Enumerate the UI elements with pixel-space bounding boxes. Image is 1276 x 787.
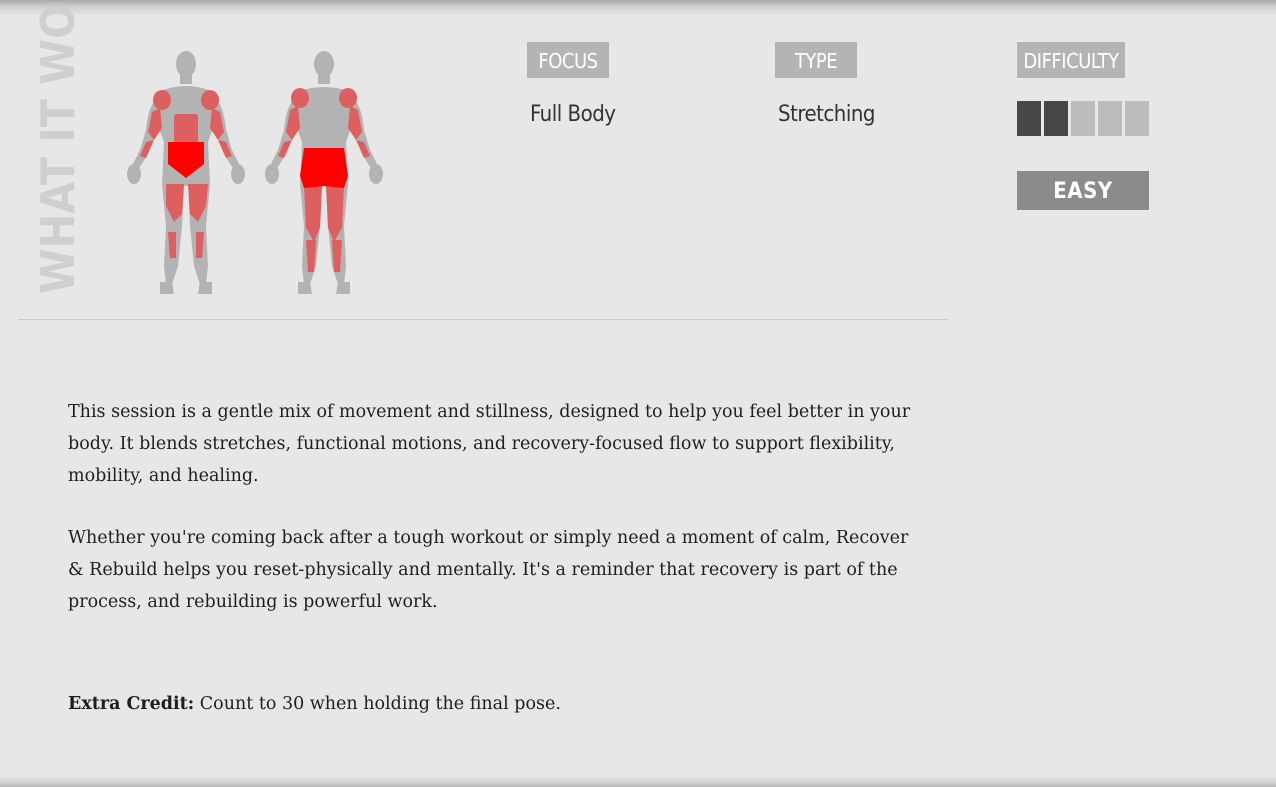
difficulty-label: DIFFICULTY: [1017, 42, 1125, 78]
extra-credit-text: Count to 30 when holding the final pose.: [194, 694, 561, 714]
section-divider: [18, 319, 948, 320]
difficulty-bar: [1071, 101, 1095, 136]
what-it-works-heading: WHAT IT WORKS: [31, 0, 85, 294]
difficulty-meter: [1017, 101, 1149, 136]
extra-credit-label: Extra Credit:: [68, 694, 195, 714]
body-front-figure: [127, 51, 245, 294]
description-paragraph-2: Whether you're coming back after a tough…: [68, 528, 909, 612]
top-shadow: [0, 0, 1276, 16]
bottom-shadow: [0, 775, 1276, 787]
muscle-map-figures: [127, 51, 383, 294]
type-value: Stretching: [778, 102, 875, 127]
difficulty-bar: [1017, 101, 1041, 136]
focus-label: FOCUS: [527, 42, 609, 78]
focus-value: Full Body: [530, 102, 616, 127]
extra-credit: Extra Credit: Count to 30 when holding t…: [68, 688, 918, 720]
description-paragraph-1: This session is a gentle mix of movement…: [68, 402, 911, 486]
difficulty-bar: [1125, 101, 1149, 136]
type-label: TYPE: [775, 42, 857, 78]
difficulty-badge: EASY: [1017, 171, 1149, 210]
difficulty-bar: [1098, 101, 1122, 136]
difficulty-bar: [1044, 101, 1068, 136]
body-back-figure: [265, 51, 383, 294]
